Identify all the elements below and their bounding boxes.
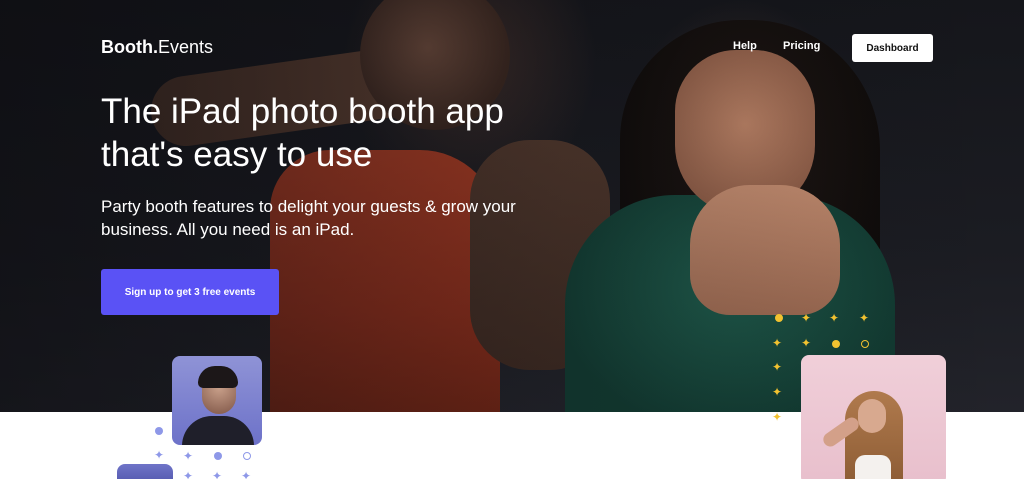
sparkle-icon: ✦ bbox=[859, 311, 870, 325]
decor-ring-icon bbox=[243, 452, 251, 460]
decor-dot-icon bbox=[832, 340, 840, 348]
sample-photo-card-right bbox=[801, 355, 946, 479]
nav-link-pricing[interactable]: Pricing bbox=[783, 40, 820, 52]
card-person-body bbox=[182, 416, 254, 445]
sparkle-icon: ✦ bbox=[183, 449, 194, 463]
sample-photo-card-small bbox=[117, 464, 173, 479]
sparkle-icon: ✦ bbox=[772, 360, 783, 374]
sparkle-icon: ✦ bbox=[772, 410, 783, 424]
sparkle-icon: ✦ bbox=[801, 336, 812, 350]
sparkle-icon: ✦ bbox=[772, 336, 783, 350]
dashboard-button[interactable]: Dashboard bbox=[852, 34, 933, 62]
card-person-top bbox=[855, 455, 891, 479]
decor-dot-icon bbox=[155, 427, 163, 435]
sparkle-icon: ✦ bbox=[154, 448, 165, 462]
sparkle-icon: ✦ bbox=[183, 469, 194, 479]
decor-dot-icon bbox=[214, 452, 222, 460]
decor-dot-icon bbox=[775, 314, 783, 322]
sparkle-icon: ✦ bbox=[801, 311, 812, 325]
sparkle-icon: ✦ bbox=[772, 385, 783, 399]
hero-subheadline: Party booth features to delight your gue… bbox=[101, 197, 516, 239]
sample-photo-card-left bbox=[172, 356, 262, 445]
sparkle-icon: ✦ bbox=[241, 469, 252, 479]
decor-ring-icon bbox=[861, 340, 869, 348]
logo-bold-text: Booth. bbox=[101, 37, 158, 57]
hero-headline: The iPad photo booth app that's easy to … bbox=[101, 92, 504, 174]
sparkle-icon: ✦ bbox=[212, 469, 223, 479]
site-logo[interactable]: Booth.Events bbox=[101, 37, 213, 58]
signup-cta-button[interactable]: Sign up to get 3 free events bbox=[101, 269, 279, 315]
card-person-face bbox=[858, 399, 886, 433]
logo-light-text: Events bbox=[157, 37, 214, 57]
card-person-hair bbox=[198, 366, 238, 388]
sparkle-icon: ✦ bbox=[829, 311, 840, 325]
nav-link-help[interactable]: Help bbox=[733, 40, 757, 52]
